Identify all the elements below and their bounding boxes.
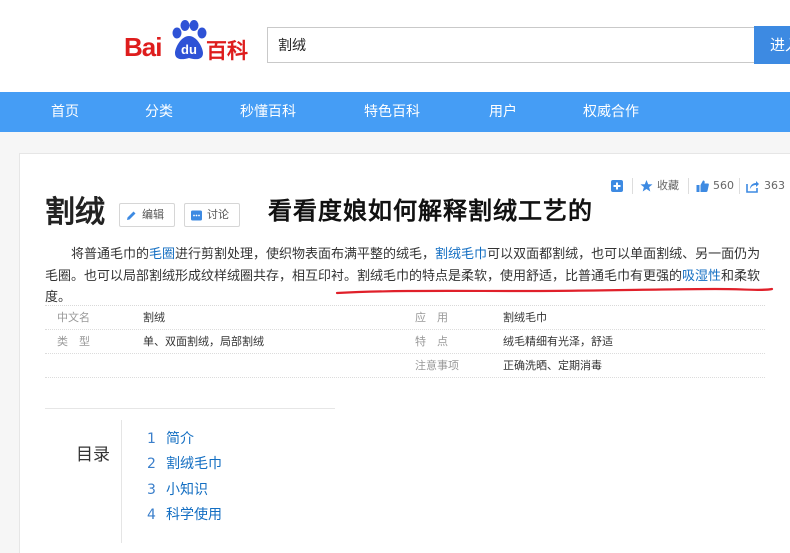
info-value: 绒毛精细有光泽，舒适: [503, 335, 613, 348]
nav-miaodong[interactable]: 秒懂百科: [240, 92, 296, 132]
toc-number: 2: [147, 456, 156, 472]
link-xishixing[interactable]: 吸湿性: [682, 269, 721, 284]
toc-number: 3: [147, 482, 156, 498]
toc-item[interactable]: 2 割绒毛巾: [147, 453, 222, 473]
discuss-label: 讨论: [207, 208, 229, 221]
toc-item[interactable]: 3 小知识: [147, 479, 208, 499]
info-row: 中文名 割绒 应 用 割绒毛巾: [45, 306, 765, 330]
info-value: 割绒毛巾: [503, 311, 547, 324]
toc-item[interactable]: 1 简介: [147, 428, 194, 448]
like-count: 560: [713, 179, 734, 192]
edit-button[interactable]: 编辑: [119, 203, 175, 227]
link-gerong-maojin[interactable]: 割绒毛巾: [435, 247, 487, 262]
info-key: 类 型: [57, 335, 90, 348]
nav-featured[interactable]: 特色百科: [364, 92, 420, 132]
toolbar-divider: [632, 178, 633, 194]
info-value: 割绒: [143, 311, 165, 324]
info-value: 单、双面割绒，局部割绒: [143, 335, 264, 348]
logo-text-baike: 百科: [206, 39, 248, 63]
main-nav: 首页 分类 秒懂百科 特色百科 用户 权威合作: [0, 92, 790, 132]
toc-label: 小知识: [166, 482, 208, 498]
toc-number: 1: [147, 431, 156, 447]
thumbs-up-icon[interactable]: [696, 178, 709, 194]
summary-text: 进行剪割处理，使织物表面布满平整的绒毛，: [175, 247, 436, 262]
summary-paragraph: 将普通毛巾的毛圈进行剪割处理，使织物表面布满平整的绒毛，割绒毛巾可以双面都割绒，…: [45, 244, 767, 309]
toc-label: 简介: [166, 431, 194, 447]
baidu-baike-logo[interactable]: Bai du 百科: [124, 18, 254, 63]
logo-text-du: du: [181, 42, 197, 57]
basic-info-table: 中文名 割绒 应 用 割绒毛巾 类 型 单、双面割绒，局部割绒 特 点 绒毛精细…: [45, 305, 765, 378]
share-icon[interactable]: [746, 178, 759, 194]
toc-label: 科学使用: [166, 507, 222, 523]
nav-partnership[interactable]: 权威合作: [583, 92, 639, 132]
summary-text: 将普通毛巾的: [71, 247, 150, 262]
favorite-label[interactable]: 收藏: [657, 178, 679, 194]
nav-users[interactable]: 用户: [489, 92, 517, 132]
chat-icon: [191, 210, 202, 221]
search-button[interactable]: 进入: [754, 26, 790, 64]
link-maoquan[interactable]: 毛圈: [149, 247, 175, 262]
add-icon[interactable]: [611, 178, 623, 194]
share-count: 363: [764, 179, 785, 192]
info-key: 中文名: [57, 311, 90, 324]
info-key: 注意事项: [415, 359, 459, 372]
info-value: 正确洗晒、定期消毒: [503, 359, 602, 372]
pencil-icon: [127, 211, 136, 220]
toc-label: 割绒毛巾: [166, 456, 222, 472]
red-underline-annotation: [335, 287, 774, 295]
edit-label: 编辑: [142, 208, 164, 221]
toc-divider: [121, 420, 122, 543]
page-title: 割绒: [45, 195, 105, 230]
toc-number: 4: [147, 507, 156, 523]
info-key: 应 用: [415, 311, 448, 324]
info-key: 特 点: [415, 335, 448, 348]
annotation-text: 看看度娘如何解释割绒工艺的: [268, 197, 593, 225]
discuss-button[interactable]: 讨论: [184, 203, 240, 227]
toolbar-divider: [688, 178, 689, 194]
toolbar-divider: [739, 178, 740, 194]
star-icon[interactable]: [640, 178, 653, 194]
logo-text-bai: Bai: [124, 32, 162, 62]
info-row: 注意事项 正确洗晒、定期消毒: [45, 354, 765, 378]
toc-item[interactable]: 4 科学使用: [147, 504, 222, 524]
info-row: 类 型 单、双面割绒，局部割绒 特 点 绒毛精细有光泽，舒适: [45, 330, 765, 354]
nav-home[interactable]: 首页: [51, 92, 79, 132]
search-input[interactable]: [267, 27, 755, 63]
top-bar: Bai du 百科 进入: [0, 0, 790, 92]
nav-category[interactable]: 分类: [145, 92, 173, 132]
toc-title: 目录: [76, 445, 110, 465]
